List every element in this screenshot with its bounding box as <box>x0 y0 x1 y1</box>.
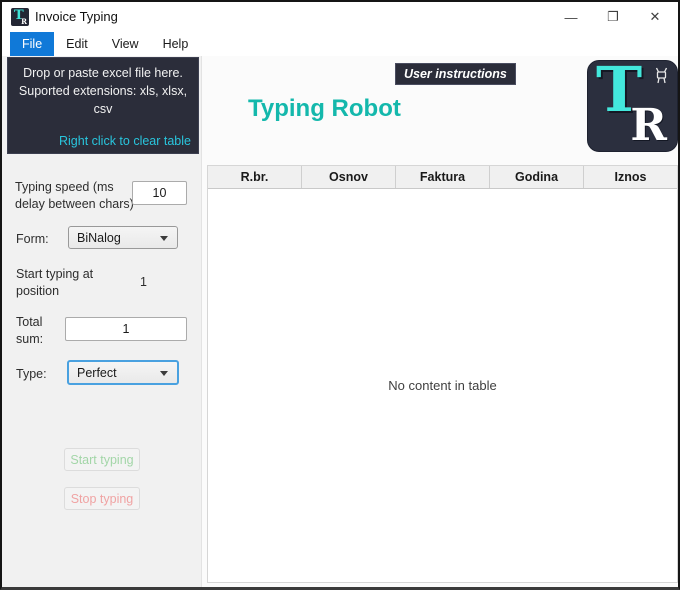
title-bar: T R Invoice Typing — ❐ ✕ <box>2 2 678 32</box>
start-typing-button[interactable]: Start typing <box>64 448 140 471</box>
app-logo-icon: T R <box>11 8 29 26</box>
page-title: Typing Robot <box>248 95 401 122</box>
sidebar: Drop or paste excel file here. Suported … <box>2 56 202 587</box>
chevron-down-icon <box>160 235 168 241</box>
column-header-rbr: R.br. <box>208 166 302 188</box>
window-title: Invoice Typing <box>35 9 118 24</box>
drop-zone-text-line1: Drop or paste excel file here. <box>23 66 183 80</box>
form-dropdown[interactable]: BiNalog <box>68 226 178 249</box>
stop-typing-button[interactable]: Stop typing <box>64 487 140 510</box>
type-label: Type: <box>16 367 47 381</box>
form-dropdown-value: BiNalog <box>77 230 121 245</box>
start-position-value: 1 <box>140 275 147 289</box>
menu-bar: File Edit View Help <box>2 32 678 56</box>
robot-icon <box>655 67 668 84</box>
type-dropdown-value: Perfect <box>77 365 117 380</box>
menu-file[interactable]: File <box>10 32 55 56</box>
close-button[interactable]: ✕ <box>634 2 676 32</box>
user-instructions-label: User instructions <box>404 67 507 81</box>
total-sum-label: Total sum: <box>16 315 44 346</box>
app-window: T R Invoice Typing — ❐ ✕ File Edit View … <box>0 0 680 590</box>
clear-table-hint: Right click to clear table <box>58 134 191 148</box>
total-sum-input[interactable] <box>65 317 187 341</box>
menu-view[interactable]: View <box>100 32 151 56</box>
user-instructions-button[interactable]: User instructions <box>395 63 516 85</box>
menu-edit[interactable]: Edit <box>54 32 100 56</box>
drop-zone-text-line3: csv <box>93 102 113 117</box>
table-body: No content in table <box>208 189 677 582</box>
table-header-row: R.br. Osnov Faktura Godina Iznos <box>208 166 677 189</box>
excel-drop-zone[interactable]: Drop or paste excel file here. Suported … <box>7 57 199 154</box>
column-header-osnov: Osnov <box>302 166 396 188</box>
column-header-godina: Godina <box>490 166 584 188</box>
typing-speed-input[interactable] <box>132 181 187 205</box>
start-position-label: Start typing at position <box>16 267 94 298</box>
window-controls: — ❐ ✕ <box>550 2 676 32</box>
app-icon-r: R <box>21 17 27 26</box>
column-header-iznos: Iznos <box>584 166 677 188</box>
form-label: Form: <box>16 232 49 246</box>
maximize-button[interactable]: ❐ <box>592 2 634 32</box>
typing-speed-label: Typing speed (ms delay between chars) <box>15 180 134 211</box>
column-header-faktura: Faktura <box>396 166 490 188</box>
logo-letter-r: R <box>630 100 667 151</box>
drop-zone-text-line2: Suported extensions: xls, xlsx, <box>18 84 188 99</box>
chevron-down-icon <box>160 370 168 376</box>
typing-robot-logo: T R <box>587 53 678 152</box>
menu-help[interactable]: Help <box>151 32 201 56</box>
invoice-table[interactable]: R.br. Osnov Faktura Godina Iznos No cont… <box>207 165 678 583</box>
minimize-button[interactable]: — <box>550 2 592 32</box>
type-dropdown[interactable]: Perfect <box>67 360 179 385</box>
empty-table-message: No content in table <box>388 378 497 393</box>
